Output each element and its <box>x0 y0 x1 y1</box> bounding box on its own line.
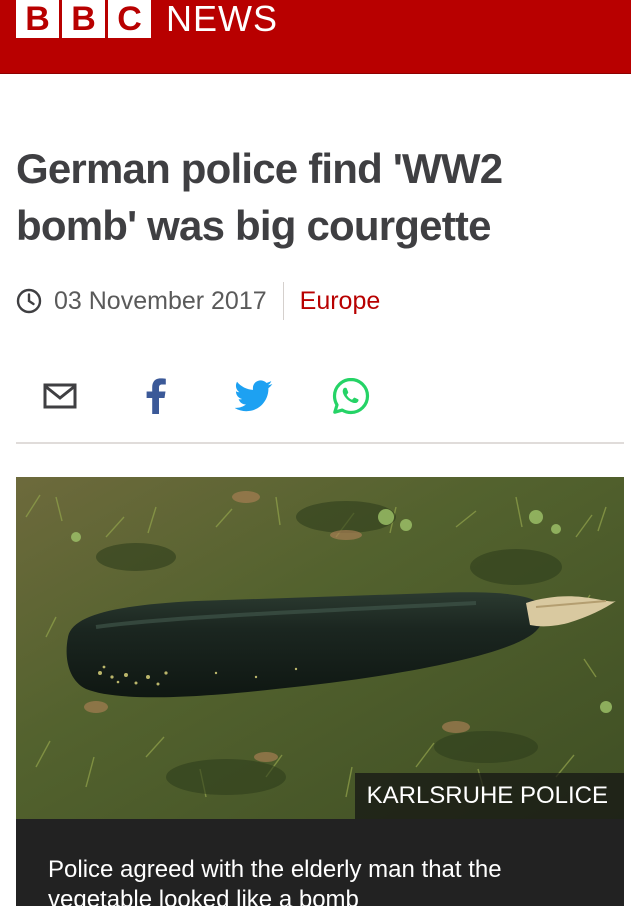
article-meta: 03 November 2017 Europe <box>16 282 380 320</box>
bbc-logo-letter: C <box>108 0 151 38</box>
article-photo[interactable]: KARLSRUHE POLICE <box>16 477 624 819</box>
bbc-logo[interactable]: B B C <box>16 0 151 38</box>
news-wordmark[interactable]: NEWS <box>166 0 278 38</box>
bbc-news-masthead: B B C NEWS <box>0 0 631 74</box>
bbc-logo-letter: B <box>16 0 59 38</box>
section-link-europe[interactable]: Europe <box>300 287 381 316</box>
twitter-icon <box>235 380 273 412</box>
courgette-photo <box>16 477 624 819</box>
article-headline: German police find 'WW2 bomb' was big co… <box>16 145 503 249</box>
share-tools <box>0 372 631 420</box>
envelope-icon <box>43 383 77 409</box>
whatsapp-icon <box>332 377 370 415</box>
clock-icon <box>16 288 42 314</box>
photo-caption-box: Police agreed with the elderly man that … <box>16 819 624 906</box>
bbc-logo-letter: B <box>62 0 105 38</box>
share-whatsapp-button[interactable] <box>327 372 375 420</box>
article-date: 03 November 2017 <box>54 286 267 315</box>
meta-divider <box>282 282 284 320</box>
facebook-icon <box>146 378 166 414</box>
share-twitter-button[interactable] <box>230 372 278 420</box>
share-email-button[interactable] <box>36 372 84 420</box>
photo-caption: Police agreed with the elderly man that … <box>48 856 502 906</box>
photo-credit: KARLSRUHE POLICE <box>354 773 624 819</box>
share-facebook-button[interactable] <box>132 372 180 420</box>
share-divider <box>16 442 624 444</box>
